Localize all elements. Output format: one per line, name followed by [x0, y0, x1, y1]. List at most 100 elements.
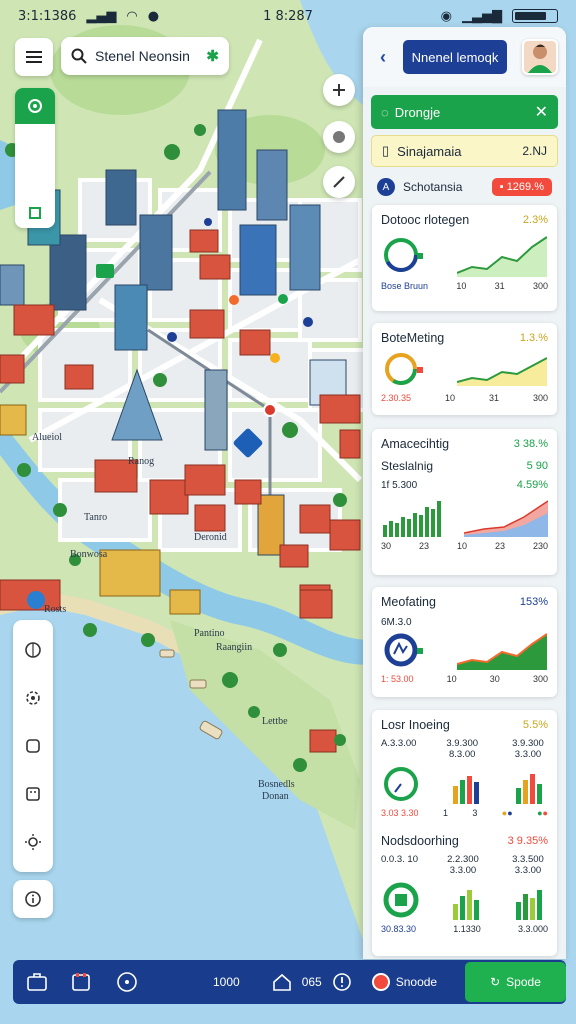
area-chart: [457, 633, 547, 670]
target-button[interactable]: [115, 970, 139, 994]
avatar[interactable]: [522, 39, 558, 75]
card-title: Amacecihtig: [381, 437, 450, 451]
notification-dot-icon: ●: [147, 8, 160, 24]
stat-card[interactable]: BoteMeting 1.3.% 2.30.35 10 31 300: [372, 323, 557, 415]
draw-button[interactable]: [323, 166, 355, 198]
bottom-search-button[interactable]: Snoode: [371, 973, 438, 991]
card-percent: 1.3.%: [519, 332, 548, 344]
toolbar-grid-button[interactable]: [19, 780, 47, 808]
card-sub-value: 1f 5.300: [381, 479, 418, 491]
grid-icon: [26, 787, 40, 801]
tick-label: 230: [532, 541, 548, 551]
bottom-search-label: Snoode: [395, 975, 438, 989]
bar-chart: [452, 776, 479, 804]
voice-search-icon[interactable]: ✱: [206, 47, 219, 65]
gauge-icon: [383, 882, 419, 918]
column-head: 0.0.3. 10: [381, 854, 418, 865]
legend-dots: ●●: [501, 808, 513, 818]
building-icon: [29, 207, 41, 219]
filter-dot-icon: ◌: [381, 104, 389, 120]
wifi-icon: ◠: [126, 8, 138, 24]
search-box[interactable]: ✱: [61, 37, 229, 75]
tick-label: 10: [456, 541, 467, 551]
bell-icon: ▯: [382, 143, 390, 158]
column-head: 3.9.300 8.3.00: [446, 738, 479, 760]
chevron-left-icon: ‹: [380, 46, 386, 67]
stat-card[interactable]: Dotooc rlotegen 2.3% Bose Bruun 10 31 300: [372, 205, 557, 311]
filter-bar[interactable]: ◌ Drongje ✕: [371, 95, 558, 129]
tick-label: 300: [532, 393, 548, 403]
letter-a-icon: A: [377, 178, 395, 196]
tick-label: 31: [488, 393, 499, 403]
stat-card[interactable]: Losr Inoeing 5.5% A.3.3.00 3.9.300 8.3.00…: [372, 710, 557, 956]
info-button[interactable]: [13, 880, 53, 918]
column-head: 3.9.300 3.3.00: [512, 738, 544, 760]
toolbar-sun-button[interactable]: [19, 828, 47, 856]
card-title: Dotooc rlotegen: [381, 213, 470, 227]
map-label: Ranog: [128, 456, 154, 467]
map-label: Pantino: [194, 628, 225, 639]
bottom-bar: 1000 065 Snoode ↻ Spode: [13, 960, 566, 1004]
location-toggle[interactable]: [15, 88, 55, 124]
tick-label: 30: [489, 674, 500, 684]
status-row[interactable]: A Schotansia ▪ 1269.%: [371, 173, 558, 201]
tick-label: 23: [494, 541, 505, 551]
legend-dots: ●●: [537, 808, 548, 818]
gauge-icon: [384, 238, 423, 272]
tick-label: 1: [442, 808, 448, 818]
card-percent: 2.3%: [522, 214, 548, 226]
map-label: Deronid: [194, 532, 227, 543]
close-icon[interactable]: ✕: [535, 102, 548, 122]
info-icon: [25, 891, 41, 907]
tick-label: 10: [445, 393, 456, 403]
menu-button[interactable]: [15, 38, 53, 76]
column-head: 3.3.500 3.3.00: [512, 854, 544, 876]
back-button[interactable]: ‹: [371, 45, 395, 69]
card-caption: 3.03 3.30: [381, 808, 419, 818]
square-icon: [26, 739, 40, 753]
map-label: Rosts: [44, 604, 66, 615]
bag-button[interactable]: [25, 970, 49, 994]
bottom-status: 065: [301, 975, 322, 989]
hamburger-icon: [26, 56, 42, 58]
map-label: Alueiol: [32, 432, 62, 443]
header-button[interactable]: Nnenel lemoqk: [403, 40, 507, 74]
home-button[interactable]: [270, 970, 294, 994]
tick-label: 23: [418, 541, 429, 551]
column-foot: 1.1330: [453, 924, 481, 934]
search-input[interactable]: [95, 48, 195, 64]
card-percent: 3 9.35%: [507, 835, 548, 847]
card-subtitle: Steslalnig: [381, 459, 434, 473]
stat-card[interactable]: Meofating 153% 6M.3.0 1: 53.00 10 30 300: [372, 587, 557, 697]
compass-button[interactable]: [323, 74, 355, 106]
tick-label: 300: [532, 281, 548, 291]
person-icon: [528, 44, 552, 73]
info-bar-label: Sinajamaia: [397, 143, 462, 159]
alert-button[interactable]: [330, 970, 354, 994]
stat-card[interactable]: Amacecihtig 3 38.% Steslalnig 5 90 1f 5.30…: [372, 429, 557, 575]
info-bar[interactable]: ▯ Sinajamaia 2.NJ: [371, 135, 558, 167]
card-title: BoteMeting: [381, 331, 445, 345]
info-bar-value: 2.NJ: [522, 144, 547, 158]
cellular-icon: ▁▃▅▇: [462, 8, 502, 24]
toolbar-square-button[interactable]: [19, 732, 47, 760]
action-button[interactable]: ↻ Spode: [465, 962, 566, 1002]
status-badge: ▪ 1269.%: [491, 178, 552, 196]
toolbar-settings-button[interactable]: [19, 684, 47, 712]
card-percent: 5.5%: [522, 719, 548, 731]
toolbar-globe-button[interactable]: [19, 636, 47, 664]
layers-button[interactable]: [323, 121, 355, 153]
bar-chart: [452, 890, 479, 920]
card-sub-percent: 5 90: [526, 460, 548, 472]
map-label: Bosnedls: [258, 779, 295, 790]
layer-card[interactable]: [15, 88, 55, 228]
pen-icon: [333, 176, 345, 188]
map-label: Lettbe: [262, 716, 288, 727]
calendar-button[interactable]: [69, 970, 93, 994]
target-icon: [117, 972, 137, 992]
card-sub-value: 6M.3.0: [381, 617, 412, 628]
alarm-icon: ◉: [440, 8, 452, 24]
map-label: Bonwosa: [70, 549, 108, 560]
gauge-icon: [384, 633, 423, 667]
tick-label: 300: [532, 674, 548, 684]
